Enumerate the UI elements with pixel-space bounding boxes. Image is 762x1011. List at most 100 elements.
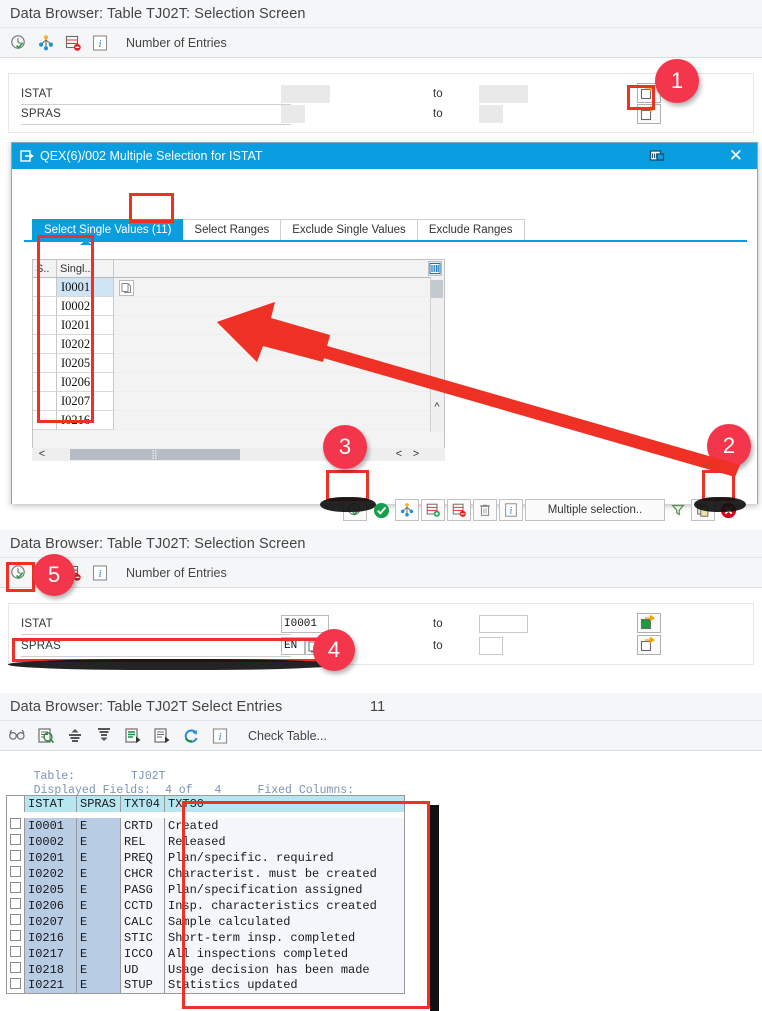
grid-horizontal-scroll-thumb[interactable]: ⣿ xyxy=(70,449,240,460)
grid-row[interactable]: I0201 xyxy=(33,316,444,335)
info-button[interactable]: i xyxy=(499,499,523,521)
checkbox-icon[interactable] xyxy=(10,977,21,989)
row-checkbox[interactable] xyxy=(6,865,25,882)
grid-row[interactable]: I0206 xyxy=(33,373,444,392)
grid-header-single-value[interactable]: Singl... xyxy=(57,260,114,277)
checkbox-icon[interactable] xyxy=(10,930,21,941)
row-checkbox[interactable] xyxy=(6,977,25,994)
delete-row-icon[interactable] xyxy=(64,34,82,52)
filter-icon[interactable] xyxy=(124,727,142,745)
grid-header-select[interactable]: S.. xyxy=(33,260,57,277)
grid-row-checkbox[interactable] xyxy=(33,278,57,297)
results-header-istat[interactable]: ISTAT xyxy=(24,795,77,812)
grid-row-checkbox[interactable] xyxy=(33,411,57,430)
tab-select-ranges[interactable]: Select Ranges xyxy=(182,219,282,240)
grid-settings-icon[interactable] xyxy=(428,261,442,276)
row-checkbox[interactable] xyxy=(6,929,25,946)
grid-page-right-icon[interactable]: > xyxy=(410,447,422,461)
filter-button[interactable] xyxy=(667,499,689,521)
grid-row-value[interactable]: I0002 xyxy=(57,297,114,316)
checkbox-icon[interactable] xyxy=(10,882,21,893)
check-table-label[interactable]: Check Table... xyxy=(248,729,327,743)
grid-row[interactable]: I0001 xyxy=(33,278,444,297)
spras-to-input[interactable] xyxy=(479,105,503,123)
close-icon[interactable]: ✕ xyxy=(729,145,743,167)
grid-page-left-icon[interactable]: < xyxy=(393,447,405,461)
grid-row-value[interactable]: I0205 xyxy=(57,354,114,373)
table-row[interactable]: I0201 E PREQ Plan/specific. required xyxy=(6,849,405,866)
checkbox-icon[interactable] xyxy=(10,914,21,925)
value-help-icon[interactable] xyxy=(119,280,134,296)
multiple-selection-button-spras-2[interactable] xyxy=(637,635,661,655)
row-checkbox[interactable] xyxy=(6,817,25,834)
display-icon[interactable] xyxy=(8,727,26,745)
grid-row[interactable]: I0202 xyxy=(33,335,444,354)
checkbox-icon[interactable] xyxy=(10,898,21,909)
grid-row-value[interactable]: I0201 xyxy=(57,316,114,335)
grid-row[interactable]: I0205 xyxy=(33,354,444,373)
istat-to-input[interactable] xyxy=(479,85,528,103)
restore-window-icon[interactable] xyxy=(649,148,665,167)
results-header-txt04[interactable]: TXT04 xyxy=(120,795,165,812)
results-header-select[interactable] xyxy=(6,795,25,812)
row-checkbox[interactable] xyxy=(6,945,25,962)
sort-descending-icon[interactable] xyxy=(95,727,113,745)
spras-from-input-2[interactable]: EN xyxy=(281,637,305,655)
multiple-selection-footer-button[interactable]: Multiple selection.. xyxy=(525,499,665,521)
checkbox-icon[interactable] xyxy=(10,946,21,957)
grid-row-value[interactable]: I0216 xyxy=(57,411,114,430)
grid-row[interactable]: I0207 xyxy=(33,392,444,411)
table-row[interactable]: I0001 E CRTD Created xyxy=(6,817,405,834)
table-row[interactable]: I0218 E UD Usage decision has been made xyxy=(6,961,405,978)
checkbox-icon[interactable] xyxy=(10,866,21,877)
table-row[interactable]: I0221 E STUP Statistics updated xyxy=(6,977,405,994)
delete-all-button[interactable] xyxy=(473,499,497,521)
grid-row-value[interactable]: I0207 xyxy=(57,392,114,411)
istat-to-input-2[interactable] xyxy=(479,615,528,633)
grid-row[interactable]: I0216 xyxy=(33,411,444,430)
grid-row-checkbox[interactable] xyxy=(33,297,57,316)
istat-from-input-2[interactable]: I0001 xyxy=(281,615,329,633)
table-row[interactable]: I0207 E CALC Sample calculated xyxy=(6,913,405,930)
row-checkbox[interactable] xyxy=(6,913,25,930)
table-row[interactable]: I0202 E CHCR Characterist. must be created xyxy=(6,865,405,882)
info-icon-3[interactable]: i xyxy=(211,727,229,745)
checkbox-icon[interactable] xyxy=(10,850,21,861)
grid-row-value[interactable]: I0202 xyxy=(57,335,114,354)
grid-row-checkbox[interactable] xyxy=(33,354,57,373)
grid-scroll-left-icon[interactable]: < xyxy=(36,447,48,461)
results-header-txt30[interactable]: TXT30 xyxy=(164,795,405,812)
multiple-selection-button-spras[interactable] xyxy=(637,104,661,124)
tab-select-single-values[interactable]: Select Single Values (11) xyxy=(32,219,184,240)
spras-to-input-2[interactable] xyxy=(479,637,503,655)
grid-vertical-scroll-thumb[interactable] xyxy=(431,280,443,298)
table-row[interactable]: I0205 E PASG Plan/specification assigned xyxy=(6,881,405,898)
refresh-icon[interactable] xyxy=(182,727,200,745)
table-row[interactable]: I0216 E STIC Short-term insp. completed xyxy=(6,929,405,946)
grid-row-checkbox[interactable] xyxy=(33,335,57,354)
multiple-selection-button-istat-2[interactable] xyxy=(637,613,661,633)
grid-row-checkbox[interactable] xyxy=(33,392,57,411)
table-row[interactable]: I0002 E REL Released xyxy=(6,833,405,850)
checkbox-icon[interactable] xyxy=(10,834,21,845)
table-row[interactable]: I0217 E ICCO All inspections completed xyxy=(6,945,405,962)
execute-icon-2[interactable] xyxy=(10,564,28,582)
check-entries-icon[interactable] xyxy=(37,727,55,745)
delete-line-button[interactable] xyxy=(447,499,471,521)
row-checkbox[interactable] xyxy=(6,849,25,866)
grid-row-value[interactable]: I0001 xyxy=(57,278,114,297)
insert-line-button[interactable] xyxy=(421,499,445,521)
row-checkbox[interactable] xyxy=(6,897,25,914)
spras-from-input[interactable] xyxy=(281,105,305,123)
row-checkbox[interactable] xyxy=(6,881,25,898)
checkbox-icon[interactable] xyxy=(10,818,21,829)
layout-icon[interactable] xyxy=(153,727,171,745)
table-row[interactable]: I0206 E CCTD Insp. characteristics created xyxy=(6,897,405,914)
grid-scroll-up-icon[interactable]: ^ xyxy=(430,400,444,414)
variant-button[interactable] xyxy=(395,499,419,521)
grid-row-checkbox[interactable] xyxy=(33,373,57,392)
row-checkbox[interactable] xyxy=(6,961,25,978)
row-checkbox[interactable] xyxy=(6,833,25,850)
execute-icon[interactable] xyxy=(10,34,28,52)
tab-exclude-ranges[interactable]: Exclude Ranges xyxy=(416,219,525,240)
